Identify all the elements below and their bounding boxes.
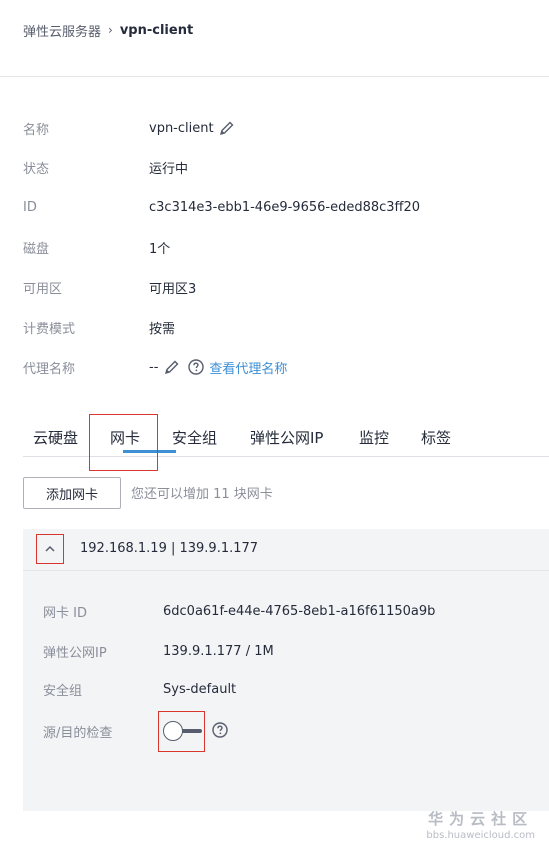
billing-label: 计费模式 bbox=[23, 321, 76, 337]
view-proxy-name-link[interactable]: 查看代理名称 bbox=[209, 358, 287, 377]
name-value: vpn-client bbox=[149, 120, 214, 136]
disk-label: 磁盘 bbox=[23, 241, 50, 257]
nic-panel-header[interactable]: 192.168.1.19 | 139.9.1.177 bbox=[23, 529, 549, 571]
toggle-knob bbox=[163, 721, 183, 741]
add-nic-hint: 您还可以增加 11 块网卡 bbox=[131, 487, 273, 502]
highlight-box-nic-tab bbox=[89, 414, 158, 471]
source-dest-check-label: 源/目的检查 bbox=[43, 725, 113, 741]
status-value: 运行中 bbox=[149, 161, 189, 177]
id-value: c3c314e3-ebb1-46e9-9656-eded88c3ff20 bbox=[149, 199, 421, 215]
nic-eip-label: 弹性公网IP bbox=[43, 645, 107, 661]
nic-title: 192.168.1.19 | 139.9.1.177 bbox=[80, 541, 259, 556]
disk-value: 1个 bbox=[149, 241, 171, 257]
breadcrumb-current: vpn-client bbox=[119, 22, 194, 38]
collapse-button[interactable] bbox=[36, 534, 64, 564]
nic-id-label: 网卡 ID bbox=[43, 605, 87, 621]
breadcrumb: 弹性云服务器 › vpn-client bbox=[23, 20, 193, 40]
az-label: 可用区 bbox=[23, 281, 63, 297]
tab-eip[interactable]: 弹性公网IP bbox=[250, 427, 323, 448]
nic-id-value: 6dc0a61f-e44e-4765-8eb1-a16f61150a9b bbox=[163, 603, 436, 619]
breadcrumb-parent[interactable]: 弹性云服务器 bbox=[23, 21, 101, 40]
watermark-title: 华为云社区 bbox=[428, 810, 534, 828]
info-row-az: 可用区 可用区3 bbox=[23, 277, 196, 297]
tab-security-group[interactable]: 安全组 bbox=[172, 427, 217, 448]
nic-row-id: 网卡 ID 6dc0a61f-e44e-4765-8eb1-a16f61150a… bbox=[43, 601, 435, 621]
tab-cloud-disk[interactable]: 云硬盘 bbox=[33, 427, 78, 448]
info-row-name: 名称 vpn-client bbox=[23, 118, 235, 138]
proxy-value-wrap: -- 查看代理名称 bbox=[149, 358, 287, 377]
security-group-link[interactable]: Sys-default bbox=[163, 682, 236, 697]
id-label: ID bbox=[23, 199, 37, 215]
nic-row-check: 源/目的检查 bbox=[43, 721, 163, 741]
billing-value: 按需 bbox=[149, 321, 176, 337]
proxy-value: -- bbox=[149, 359, 159, 375]
nic-panel-body: 网卡 ID 6dc0a61f-e44e-4765-8eb1-a16f61150a… bbox=[23, 571, 549, 811]
pencil-icon[interactable] bbox=[219, 120, 235, 136]
info-row-id: ID c3c314e3-ebb1-46e9-9656-eded88c3ff20 bbox=[23, 197, 420, 217]
source-dest-check-toggle[interactable] bbox=[158, 711, 205, 752]
chevron-up-icon bbox=[44, 543, 56, 555]
nic-eip-value: 139.9.1.177 / 1M bbox=[163, 643, 274, 659]
info-row-billing: 计费模式 按需 bbox=[23, 317, 175, 337]
az-value: 可用区3 bbox=[149, 281, 197, 297]
info-row-proxy: 代理名称 -- 查看代理名称 bbox=[23, 357, 287, 377]
tab-monitoring[interactable]: 监控 bbox=[359, 427, 389, 448]
watermark: 华为云社区 bbs.huaweicloud.com bbox=[426, 808, 535, 841]
nic-sg-label: 安全组 bbox=[43, 683, 83, 699]
breadcrumb-separator: › bbox=[108, 23, 113, 37]
proxy-label: 代理名称 bbox=[23, 361, 76, 377]
tab-tags[interactable]: 标签 bbox=[421, 427, 451, 448]
question-circle-icon[interactable] bbox=[188, 359, 205, 375]
question-circle-icon[interactable] bbox=[212, 722, 228, 738]
info-row-disk: 磁盘 1个 bbox=[23, 237, 170, 257]
name-value-wrap: vpn-client bbox=[149, 120, 235, 136]
info-row-status: 状态 运行中 bbox=[23, 157, 188, 177]
header-divider bbox=[0, 76, 549, 77]
add-nic-button[interactable]: 添加网卡 bbox=[23, 477, 121, 509]
pencil-icon[interactable] bbox=[164, 359, 180, 375]
name-label: 名称 bbox=[23, 122, 50, 138]
status-label: 状态 bbox=[23, 161, 50, 177]
watermark-url: bbs.huaweicloud.com bbox=[426, 830, 535, 841]
nic-row-sg: 安全组 Sys-default bbox=[43, 679, 236, 699]
nic-row-eip: 弹性公网IP 139.9.1.177 / 1M bbox=[43, 641, 274, 661]
